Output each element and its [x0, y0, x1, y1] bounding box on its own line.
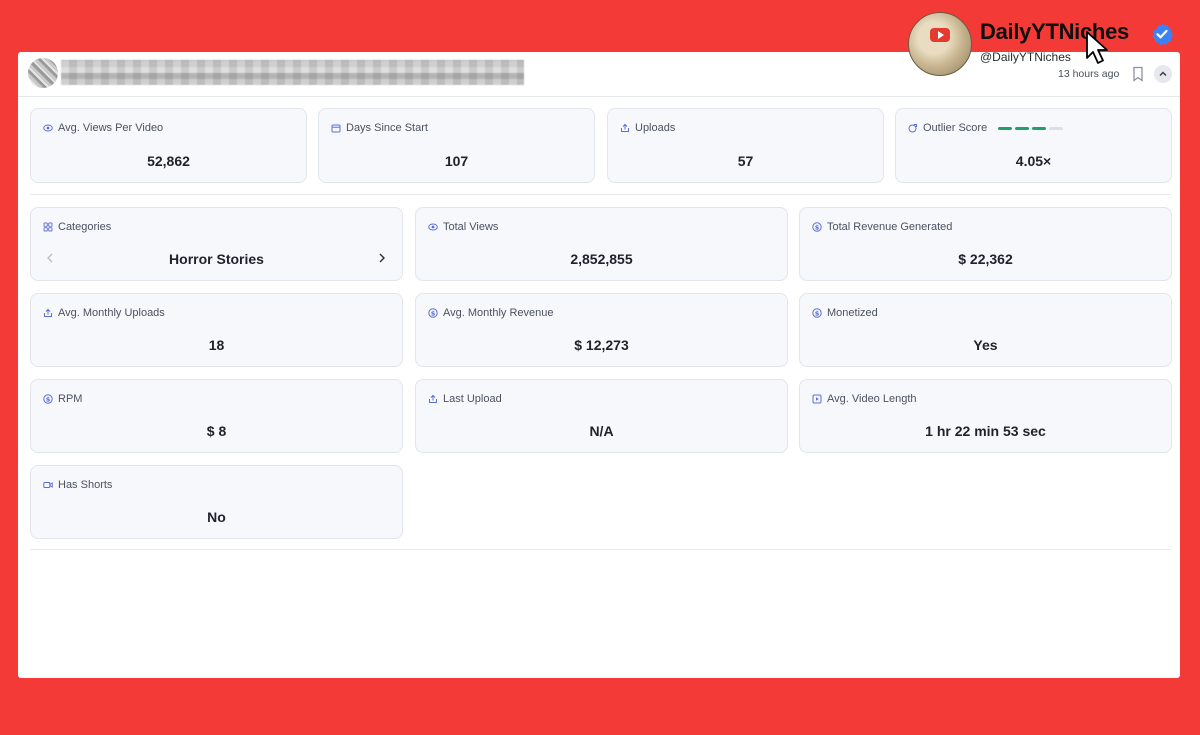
- calendar-icon: [331, 124, 341, 133]
- stat-label: Days Since Start: [346, 122, 428, 134]
- youtube-logo-icon: [930, 28, 950, 42]
- stat-label: Has Shorts: [58, 479, 113, 491]
- stat-label: Last Upload: [443, 393, 502, 405]
- stat-label: Total Views: [443, 221, 499, 233]
- stat-value: $ 12,273: [574, 337, 629, 353]
- stat-label: Uploads: [635, 122, 676, 134]
- stat-value: N/A: [589, 423, 614, 439]
- score-segment: [1049, 126, 1064, 130]
- verified-badge-icon: [1152, 23, 1174, 46]
- stat-value: 4.05×: [1015, 153, 1052, 169]
- section-divider: [30, 549, 1171, 550]
- stat-card-rpm: $ RPM $ 8: [30, 379, 403, 453]
- stat-value: 52,862: [147, 153, 190, 169]
- stat-value: Yes: [973, 337, 998, 353]
- creator-watermark: DailyYTNiches @DailyYTNiches: [908, 12, 1198, 82]
- stat-label: RPM: [58, 393, 83, 405]
- svg-text:$: $: [815, 309, 820, 317]
- stat-value: 107: [444, 153, 469, 169]
- stat-value: 2,852,855: [570, 251, 633, 267]
- svg-text:$: $: [431, 309, 436, 317]
- stat-label: Avg. Views Per Video: [58, 122, 164, 134]
- stat-card-avg-video-length: Avg. Video Length 1 hr 22 min 53 sec: [799, 379, 1172, 453]
- stat-card-monetized: $ Monetized Yes: [799, 293, 1172, 367]
- stat-card-avg-views: Avg. Views Per Video 52,862: [30, 108, 307, 183]
- stat-label: Avg. Video Length: [827, 393, 917, 405]
- stat-label: Outlier Score: [923, 122, 988, 134]
- stat-value: 18: [208, 337, 225, 353]
- stat-card-avg-monthly-uploads: Avg. Monthly Uploads 18: [30, 293, 403, 367]
- svg-text:$: $: [46, 395, 51, 403]
- upload-icon: [44, 308, 52, 317]
- channel-avatar[interactable]: [28, 58, 58, 88]
- upload-icon: [621, 123, 629, 132]
- dollar-icon: $: [812, 308, 822, 318]
- stat-label: Monetized: [827, 307, 878, 319]
- stat-card-total-views: Total Views 2,852,855: [415, 207, 788, 281]
- stat-label: Avg. Monthly Revenue: [443, 307, 554, 319]
- grid-icon: [43, 222, 53, 232]
- creator-handle: @DailyYTNiches: [980, 50, 1071, 64]
- upload-icon: [429, 394, 437, 403]
- stat-value: $ 22,362: [958, 251, 1013, 267]
- categories-card: Categories Horror Stories: [30, 207, 403, 281]
- creator-avatar: [908, 12, 972, 76]
- category-value: Horror Stories: [169, 251, 264, 267]
- video-icon: [43, 482, 53, 488]
- score-segment: [998, 126, 1013, 130]
- svg-text:$: $: [815, 223, 820, 231]
- play-icon: [812, 394, 822, 404]
- outlier-score-meter: [998, 126, 1064, 130]
- stat-label: Total Revenue Generated: [827, 221, 953, 233]
- channel-panel: 13 hours ago Avg. Views Per Video 52,862…: [18, 52, 1180, 678]
- stat-card-avg-monthly-revenue: $ Avg. Monthly Revenue $ 12,273: [415, 293, 788, 367]
- stat-card-last-upload: Last Upload N/A: [415, 379, 788, 453]
- mouse-pointer-icon: [1086, 31, 1108, 64]
- stat-card-total-revenue-generated: $ Total Revenue Generated $ 22,362: [799, 207, 1172, 281]
- dollar-icon: $: [43, 394, 53, 404]
- stat-value: 57: [737, 153, 754, 169]
- outlier-icon: [908, 124, 917, 133]
- stat-card-days-since-start: Days Since Start 107: [318, 108, 595, 183]
- dollar-icon: $: [428, 308, 438, 318]
- eye-icon: [428, 223, 438, 231]
- stat-value: 1 hr 22 min 53 sec: [925, 423, 1046, 439]
- eye-icon: [43, 124, 53, 132]
- stat-card-has-shorts: Has Shorts No: [30, 465, 403, 539]
- stat-label: Avg. Monthly Uploads: [58, 307, 165, 319]
- score-segment: [1015, 126, 1030, 130]
- section-divider: [30, 194, 1171, 195]
- dollar-icon: $: [812, 222, 822, 232]
- stat-value: No: [207, 509, 226, 525]
- stat-value: $ 8: [206, 423, 227, 439]
- channel-name-redacted: [61, 60, 524, 85]
- categories-label: Categories: [58, 221, 112, 233]
- stat-card-outlier-score: Outlier Score 4.05×: [895, 108, 1172, 183]
- score-segment: [1032, 126, 1047, 130]
- chevron-right-icon[interactable]: [377, 252, 387, 264]
- stat-card-uploads: Uploads 57: [607, 108, 884, 183]
